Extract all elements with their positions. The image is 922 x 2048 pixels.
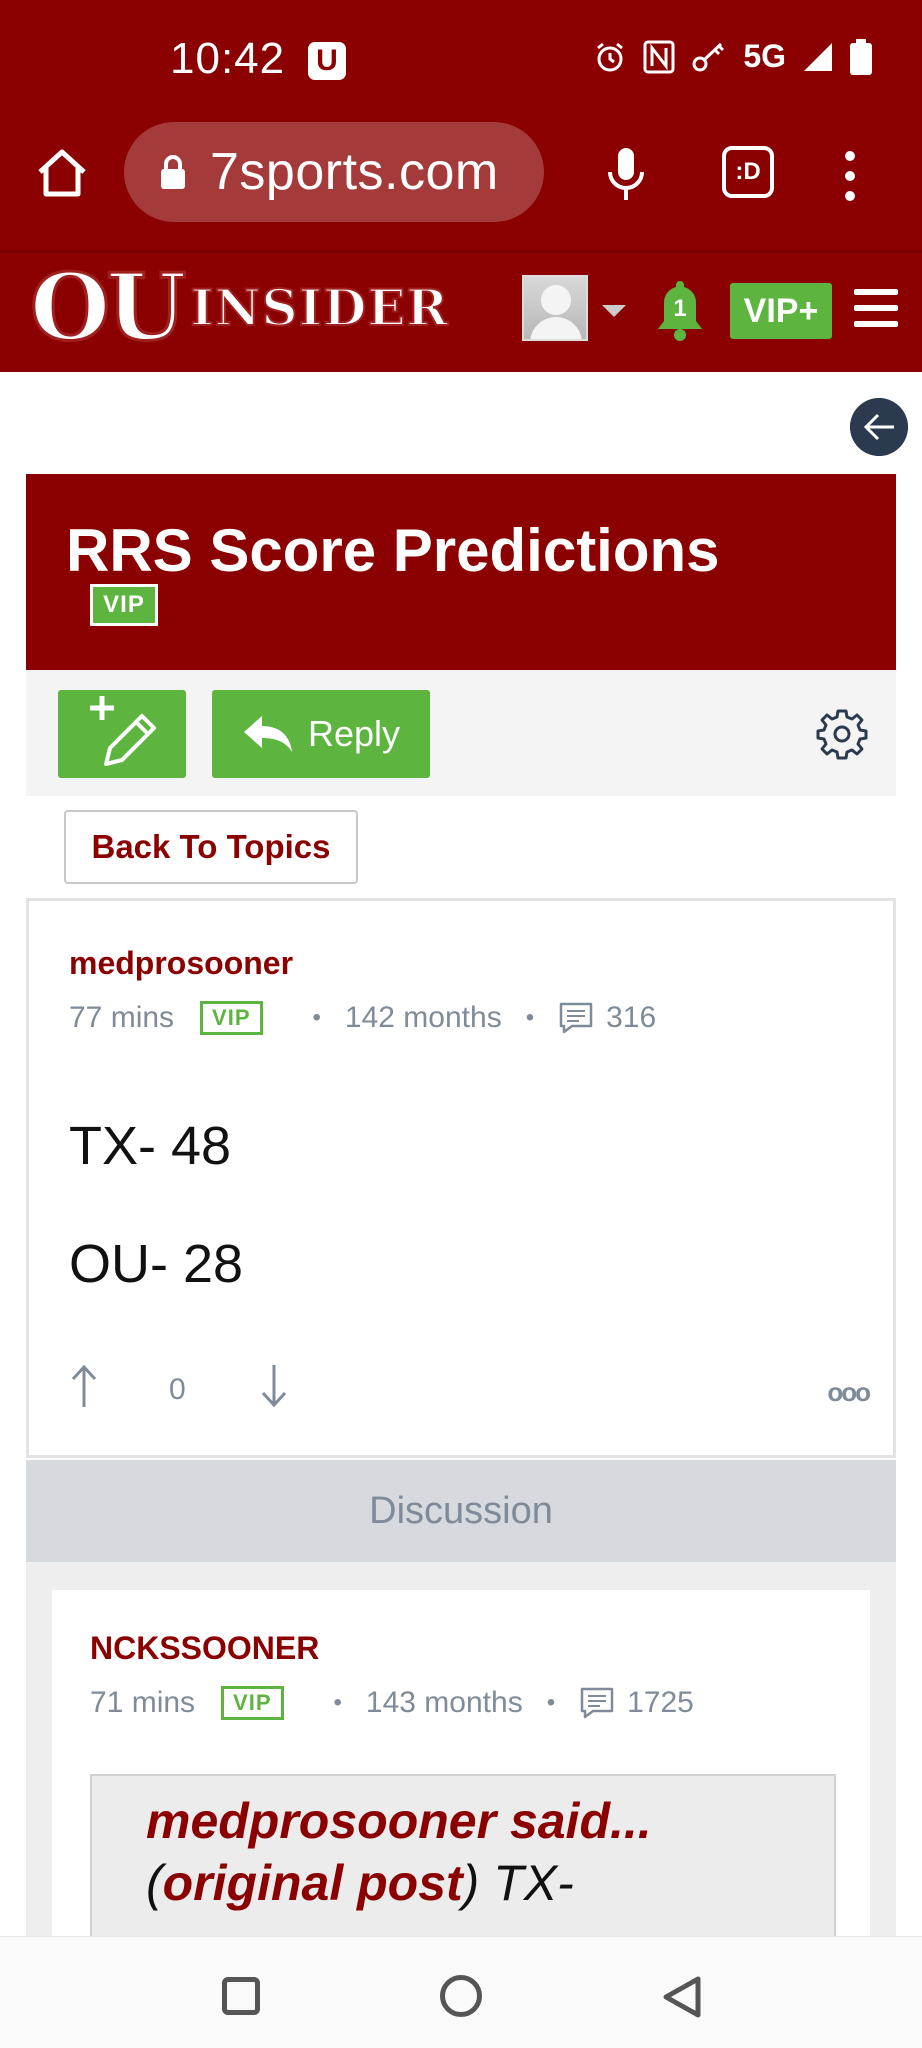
status-bar: 10:42 U 5G xyxy=(0,0,922,118)
vote-count: 0 xyxy=(169,1373,186,1406)
separator-dot: • xyxy=(312,1004,321,1031)
browser-toolbar: 7sports.com :D xyxy=(0,118,922,250)
network-type: 5G xyxy=(743,38,786,74)
notification-count: 1 xyxy=(673,295,687,322)
discussion-header: Discussion xyxy=(26,1460,896,1562)
site-header: OU INSIDER 1 VIP+ xyxy=(0,250,922,372)
signal-icon xyxy=(804,42,832,71)
post-author[interactable]: medprosooner xyxy=(69,945,293,982)
hamburger-menu-icon[interactable] xyxy=(854,289,898,329)
status-icons: 5G xyxy=(593,38,872,75)
url-text: 7sports.com xyxy=(210,143,499,201)
post-time: 77 mins xyxy=(69,1001,175,1034)
reply-meta: 71 mins VIP • 143 months • 1725 xyxy=(90,1686,694,1720)
key-icon xyxy=(692,42,725,71)
discussion-area: NCKSSOONER 71 mins VIP • 143 months • 17… xyxy=(26,1562,896,1994)
separator-dot: • xyxy=(525,1004,535,1031)
post-body: TX- 48 OU- 28 xyxy=(69,1087,243,1323)
comment-icon xyxy=(580,1687,614,1719)
address-bar[interactable]: 7sports.com xyxy=(124,122,544,222)
logo-ou: OU xyxy=(28,253,187,361)
quote-paren-open: ( xyxy=(146,1855,163,1911)
reply-button[interactable]: Reply xyxy=(212,690,430,778)
vip-badge: VIP xyxy=(200,1001,263,1035)
thread-toolbar: Reply xyxy=(26,670,896,796)
reply-post: NCKSSOONER 71 mins VIP • 143 months • 17… xyxy=(52,1590,870,1994)
thread-title-banner: RRS Score Predictions VIP xyxy=(26,474,896,670)
lock-icon xyxy=(161,155,185,189)
member-tenure: 142 months xyxy=(344,1001,502,1034)
quote-attribution: medprosooner said... xyxy=(146,1793,652,1849)
page-title: RRS Score Predictions xyxy=(66,517,720,584)
quote-body: ) TX- xyxy=(462,1855,574,1911)
site-logo[interactable]: OU INSIDER xyxy=(28,253,449,361)
home-icon[interactable] xyxy=(34,144,90,200)
system-nav-bar xyxy=(0,1936,922,2048)
chevron-down-icon[interactable] xyxy=(602,305,626,317)
back-to-topics-button[interactable]: Back To Topics xyxy=(64,810,358,884)
app-notification-icon: U xyxy=(308,42,346,80)
vip-plus-button[interactable]: VIP+ xyxy=(730,283,832,339)
reply-label: Reply xyxy=(308,713,401,754)
author-post-count: 316 xyxy=(606,1001,657,1034)
reply-arrow-icon xyxy=(244,716,292,752)
separator-dot: • xyxy=(546,1689,556,1716)
vip-badge: VIP xyxy=(221,1686,284,1720)
home-circle-icon[interactable] xyxy=(440,1975,482,2017)
nfc-icon xyxy=(643,40,675,73)
avatar[interactable] xyxy=(522,275,588,341)
post-body-line: TX- 48 xyxy=(69,1116,232,1176)
new-post-pencil-icon xyxy=(90,696,156,766)
logo-insider: INSIDER xyxy=(189,277,449,338)
separator-dot: • xyxy=(333,1689,342,1716)
gear-icon[interactable] xyxy=(816,708,868,760)
more-options-button[interactable]: ooo xyxy=(827,1377,871,1408)
post-meta: 77 mins VIP • 142 months • 316 xyxy=(69,1001,656,1035)
new-post-button[interactable] xyxy=(58,690,186,778)
arrow-down-icon[interactable] xyxy=(259,1361,289,1411)
original-post-link[interactable]: original post xyxy=(163,1855,463,1911)
author-post-count: 1725 xyxy=(627,1686,694,1719)
battery-icon xyxy=(850,38,872,75)
vip-badge: VIP xyxy=(90,584,158,626)
recent-apps-icon[interactable] xyxy=(222,1977,260,2015)
reply-time: 71 mins xyxy=(90,1686,196,1719)
status-time: 10:42 xyxy=(170,34,286,83)
alarm-icon xyxy=(597,42,624,71)
tabs-button[interactable]: :D xyxy=(722,146,774,198)
reply-author[interactable]: NCKSSOONER xyxy=(90,1630,319,1667)
post-body-line: OU- 28 xyxy=(69,1234,244,1294)
original-post: medprosooner 77 mins VIP • 142 months • … xyxy=(26,898,896,1458)
back-triangle-icon[interactable] xyxy=(660,1975,704,2019)
more-vert-icon[interactable] xyxy=(838,148,862,204)
comment-icon xyxy=(559,1002,593,1034)
arrow-left-icon[interactable] xyxy=(850,398,908,456)
vote-row: 0 ooo xyxy=(69,1361,871,1421)
quote-text: (original post) TX- xyxy=(146,1854,834,1912)
arrow-up-icon[interactable] xyxy=(69,1361,99,1411)
member-tenure: 143 months xyxy=(365,1686,523,1719)
microphone-icon[interactable] xyxy=(604,146,648,202)
